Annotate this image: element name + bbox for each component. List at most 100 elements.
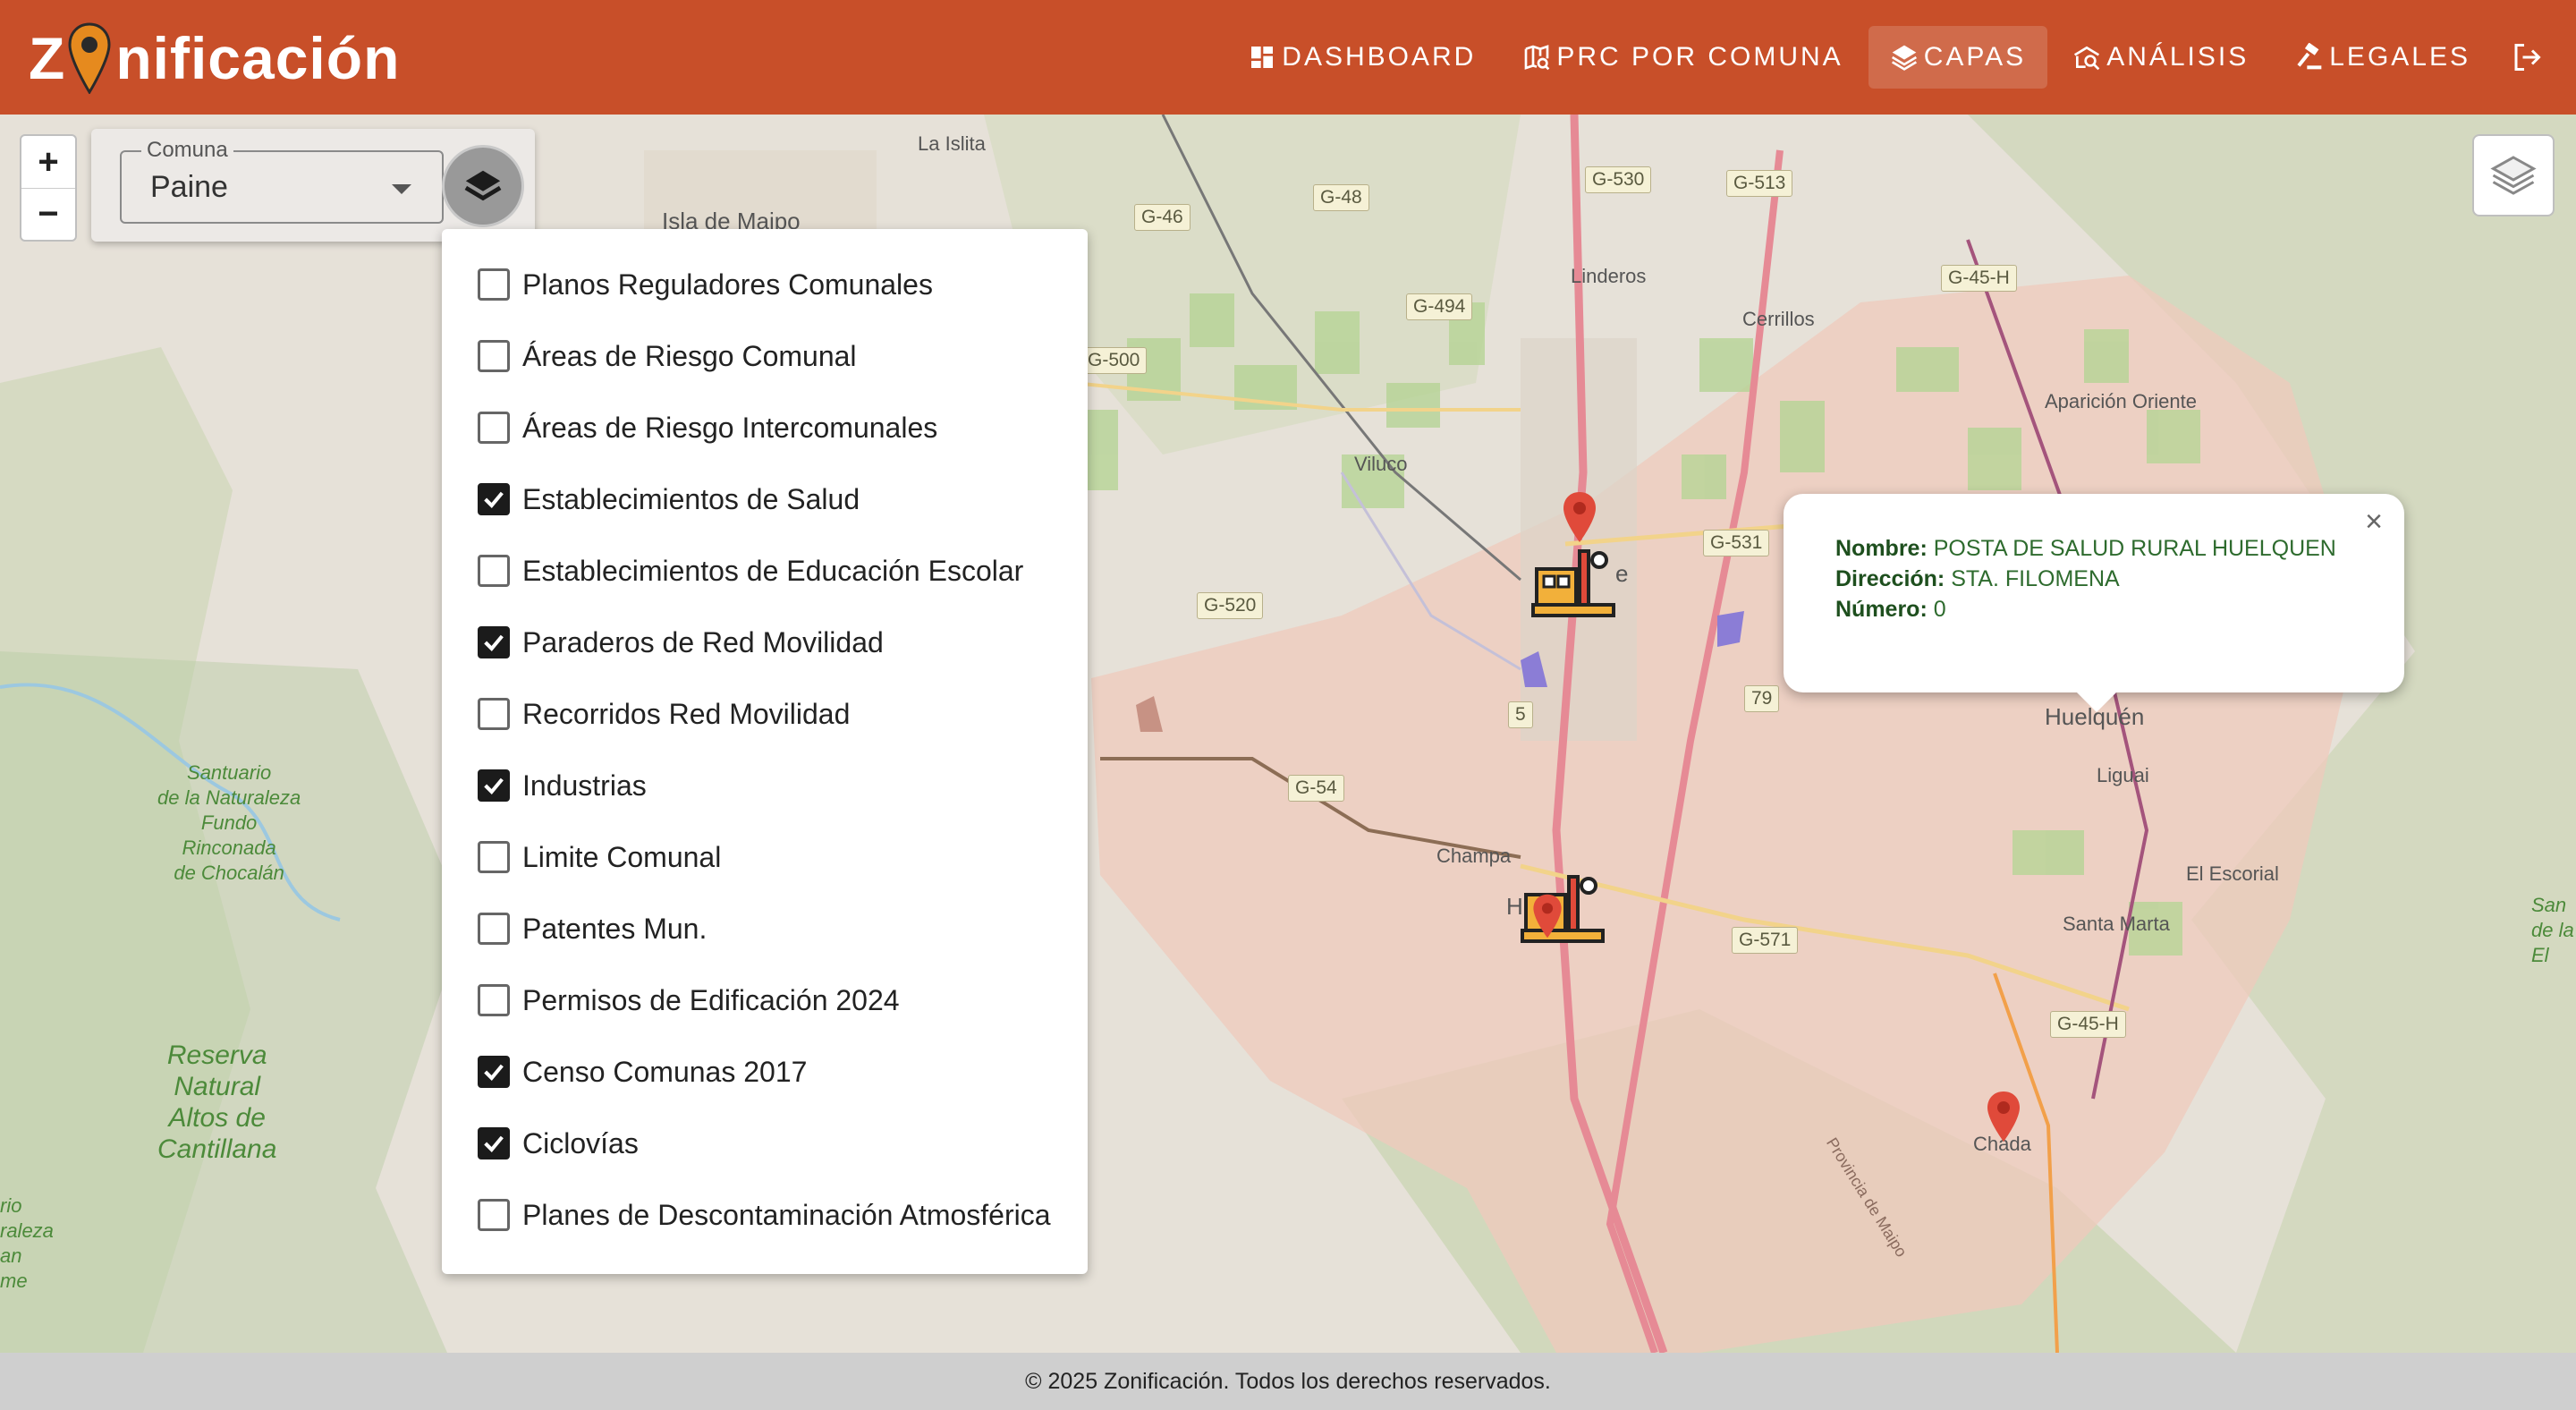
layer-option[interactable]: Industrias (442, 750, 1088, 821)
layer-checkbox[interactable] (478, 1199, 510, 1231)
layer-label: Áreas de Riesgo Intercomunales (522, 411, 938, 444)
layer-checkbox[interactable] (478, 913, 510, 945)
layer-option[interactable]: Limite Comunal (442, 821, 1088, 893)
caret-down-icon (392, 184, 411, 194)
layer-label: Limite Comunal (522, 840, 722, 873)
layer-label: Áreas de Riesgo Comunal (522, 339, 857, 372)
layer-option[interactable]: Áreas de Riesgo Intercomunales (442, 392, 1088, 463)
road-shield: G-54 (1288, 775, 1344, 802)
road-shield: G-571 (1732, 927, 1799, 954)
popup-nombre: Nombre: POSTA DE SALUD RURAL HUELQUEN (1835, 533, 2351, 564)
layer-checkbox[interactable] (478, 412, 510, 444)
layer-option[interactable]: Ciclovías (442, 1108, 1088, 1179)
road-shield: G-48 (1313, 184, 1369, 211)
nav-analisis[interactable]: ANÁLISIS (2051, 26, 2270, 89)
layer-option[interactable]: Recorridos Red Movilidad (442, 678, 1088, 750)
layer-checkbox[interactable] (478, 984, 510, 1016)
nav-prc-label: PRC POR COMUNA (1556, 42, 1843, 72)
gavel-icon (2297, 43, 2322, 70)
map-pin-logo-icon (68, 22, 111, 94)
check-icon (484, 1135, 504, 1153)
road-shield: G-520 (1197, 592, 1264, 619)
health-facility-marker[interactable] (1531, 893, 1563, 939)
layer-label: Patentes Mun. (522, 912, 708, 945)
layer-label: Planes de Descontaminación Atmosférica (522, 1198, 1051, 1231)
comuna-select[interactable]: Comuna Paine (120, 138, 444, 224)
layer-checkbox[interactable] (478, 769, 510, 802)
map-base-layers-button[interactable] (2472, 134, 2555, 217)
layer-option[interactable]: Paraderos de Red Movilidad (442, 607, 1088, 678)
layer-label: Paraderos de Red Movilidad (522, 625, 884, 658)
nav-capas[interactable]: CAPAS (1868, 26, 2048, 89)
layer-option[interactable]: Planes de Descontaminación Atmosférica (442, 1179, 1088, 1251)
nav-capas-label: CAPAS (1923, 42, 2027, 72)
layer-checkbox[interactable] (478, 555, 510, 587)
nav-dashboard-label: DASHBOARD (1282, 42, 1477, 72)
nav-dashboard[interactable]: DASHBOARD (1226, 26, 1497, 89)
dashboard-icon (1251, 47, 1274, 68)
road-shield: G-46 (1134, 204, 1191, 231)
layer-checkbox[interactable] (478, 340, 510, 372)
map-label-reserva: Reserva Natural Altos de Cantillana (157, 1041, 277, 1164)
road-shield: G-531 (1703, 530, 1770, 556)
check-icon (484, 1064, 504, 1082)
map-label-right-edge: San de la N El (2531, 894, 2574, 966)
layer-option[interactable]: Patentes Mun. (442, 893, 1088, 964)
popup-direccion-value: STA. FILOMENA (1951, 566, 2120, 591)
feature-popup: × Nombre: POSTA DE SALUD RURAL HUELQUEN … (1784, 494, 2404, 712)
check-icon (484, 777, 504, 795)
popup-close-button[interactable]: × (2365, 505, 2383, 539)
road-shield: G-494 (1406, 293, 1473, 320)
logout-icon (2514, 44, 2541, 71)
nav-analisis-label: ANÁLISIS (2106, 42, 2250, 72)
popup-direccion-label: Dirección: (1835, 566, 1945, 591)
logout-button[interactable] (2496, 26, 2558, 89)
layer-label: Planos Reguladores Comunales (522, 268, 933, 301)
nav-legales[interactable]: LEGALES (2274, 26, 2492, 89)
layers-icon (1891, 45, 1917, 71)
map-canvas[interactable]: La Islita Isla de Maipo Linderos Cerrill… (0, 115, 2576, 1353)
road-shield: G-45-H (1941, 265, 2017, 292)
industry-marker[interactable] (1531, 542, 1615, 619)
footer-text: © 2025 Zonificación. Todos los derechos … (1025, 1368, 1551, 1394)
map-label-santa-marta: Santa Marta (2063, 913, 2170, 935)
popup-numero-label: Número: (1835, 597, 1928, 622)
layer-option[interactable]: Áreas de Riesgo Comunal (442, 320, 1088, 392)
layers-icon (464, 170, 502, 201)
layer-checkbox[interactable] (478, 1127, 510, 1159)
layer-checkbox[interactable] (478, 268, 510, 301)
map-label-left-edge: rio raleza an me (0, 1194, 54, 1292)
layer-checkbox[interactable] (478, 841, 510, 873)
layer-option[interactable]: Planos Reguladores Comunales (442, 249, 1088, 320)
map-search-icon (1525, 45, 1550, 71)
layer-checkbox[interactable] (478, 626, 510, 658)
nav-prc-por-comuna[interactable]: PRC POR COMUNA (1501, 26, 1864, 89)
zoom-out-button[interactable]: − (21, 188, 75, 240)
layer-option[interactable]: Establecimientos de Salud (442, 463, 1088, 535)
map-label-liguai: Liguai (2097, 764, 2149, 786)
layer-option[interactable]: Establecimientos de Educación Escolar (442, 535, 1088, 607)
layers-toggle-button[interactable] (442, 145, 524, 227)
comuna-select-label: Comuna (141, 138, 233, 163)
layer-checkbox[interactable] (478, 1056, 510, 1088)
comuna-select-value: Paine (150, 170, 228, 204)
logo-text-prefix: Z (29, 25, 66, 91)
map-label-linderos: Linderos (1571, 265, 1647, 287)
app-logo[interactable]: Z nificación (29, 20, 400, 97)
layer-checkbox[interactable] (478, 698, 510, 730)
zoom-control: + − (20, 134, 77, 242)
popup-numero: Número: 0 (1835, 594, 2351, 624)
analysis-icon (2074, 46, 2100, 71)
layer-option[interactable]: Censo Comunas 2017 (442, 1036, 1088, 1108)
main-nav: DASHBOARD PRC POR COMUNA CAPAS ANÁLISIS … (1226, 0, 2576, 115)
layer-label: Establecimientos de Educación Escolar (522, 554, 1024, 587)
health-facility-marker[interactable] (1986, 1090, 2021, 1143)
map-label-la-islita: La Islita (918, 132, 986, 155)
check-icon (484, 491, 504, 509)
layer-label: Industrias (522, 769, 647, 802)
layer-option[interactable]: Permisos de Edificación 2024 (442, 964, 1088, 1036)
layer-checkbox[interactable] (478, 483, 510, 515)
health-facility-marker[interactable] (1562, 490, 1597, 544)
zoom-in-button[interactable]: + (21, 136, 75, 188)
road-shield: G-530 (1585, 166, 1652, 193)
